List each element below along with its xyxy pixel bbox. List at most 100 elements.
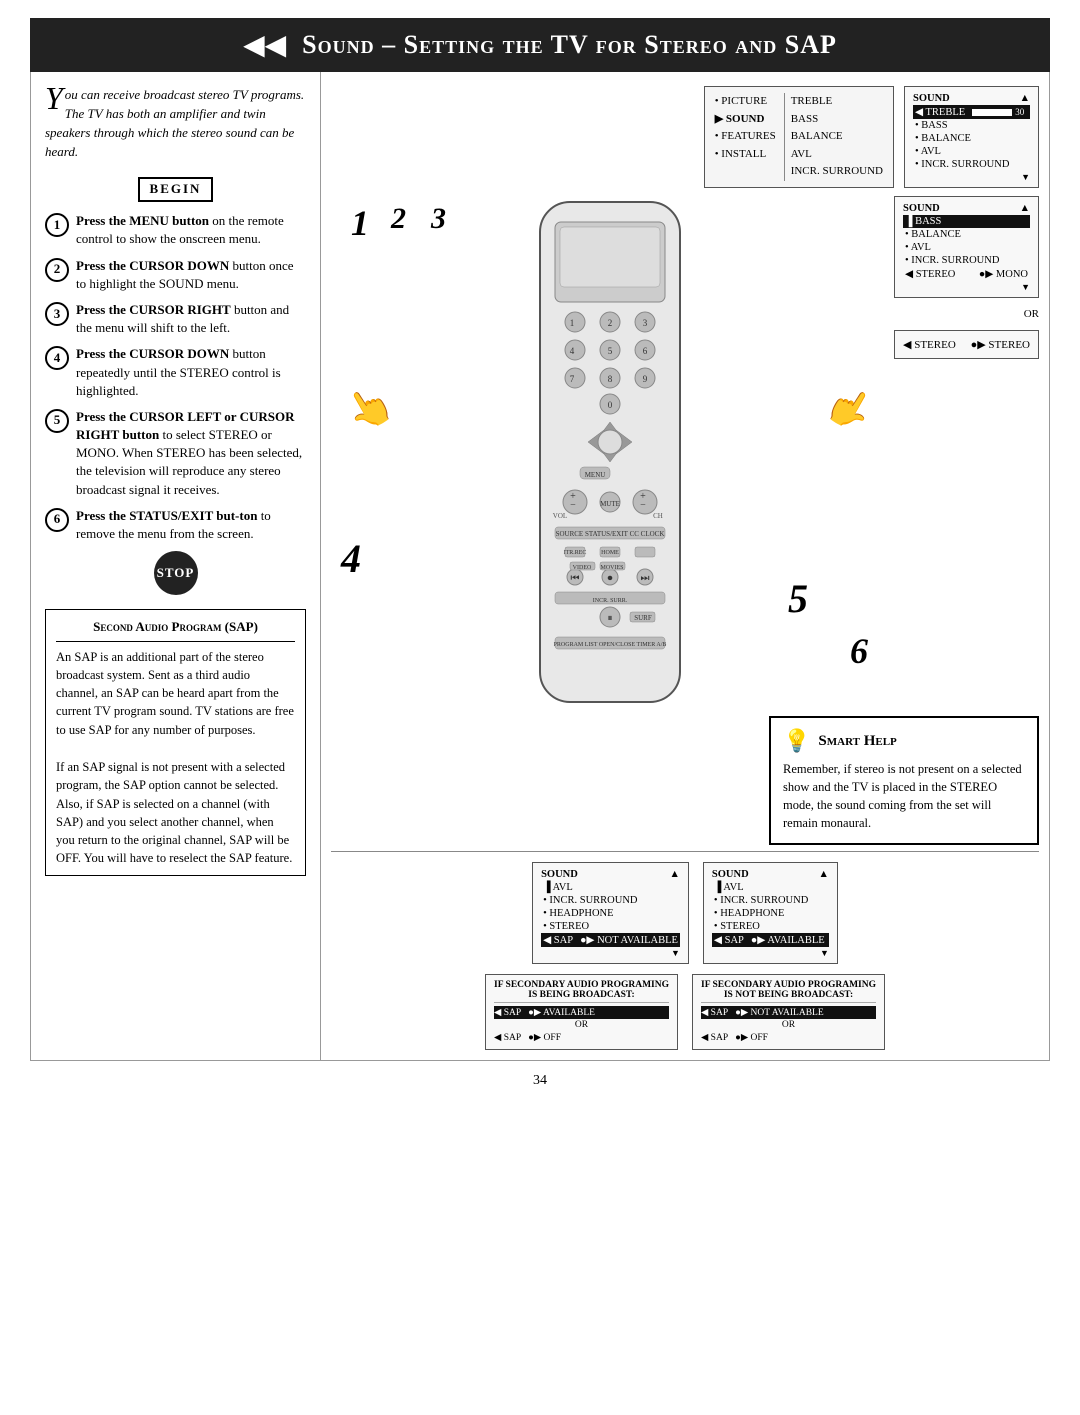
step-6-num: 6 [45, 508, 69, 532]
sap-na-avl: ▐ AVL [541, 881, 680, 894]
submenu-bass: BASS [791, 111, 883, 129]
step-4-text: Press the CURSOR DOWN button repeatedly … [76, 345, 306, 400]
bottom-label-left: IF SECONDARY AUDIO PROGRAMINGIS BEING BR… [485, 974, 678, 1050]
stop-badge: STOP [45, 551, 306, 595]
svg-text:3: 3 [642, 318, 647, 328]
sap-title: Second Audio Program (SAP) [56, 618, 295, 642]
svg-text:7: 7 [569, 374, 574, 384]
step-1-num: 1 [45, 213, 69, 237]
bottom-screens-area: SOUND ▲ ▐ AVL • INCR. SURROUND • HEADPHO… [331, 858, 1039, 968]
sap-na-nav: ▼ [541, 948, 680, 958]
sap-av-nav: ▼ [712, 948, 829, 958]
osd2-surround: • INCR. SURROUND [903, 254, 1030, 267]
bottom-right-row2: ◀ SAP●▶ OFF [701, 1031, 876, 1044]
main-menu-screen: • PICTURE ▶ SOUND • FEATURES • INSTALL T… [704, 86, 894, 188]
svg-text:2: 2 [607, 318, 612, 328]
step-4: 4 Press the CURSOR DOWN button repeatedl… [45, 345, 306, 400]
osd-screen-3: ◀ STEREO●▶ STEREO [894, 330, 1039, 359]
step-2-strong: Press the CURSOR DOWN [76, 258, 229, 273]
sap-av-surround: • INCR. SURROUND [712, 894, 829, 907]
svg-text:SOURCE STATUS/EXIT CC CLOCK: SOURCE STATUS/EXIT CC CLOCK [555, 530, 664, 538]
bottom-label-right: IF SECONDARY AUDIO PROGRAMINGIS NOT BEIN… [692, 974, 885, 1050]
sap-av-avl: ▐ AVL [712, 881, 829, 894]
bottom-left-or1: OR [494, 1019, 669, 1031]
svg-text:⏮: ⏮ [570, 573, 579, 584]
submenu-surround: INCR. SURROUND [791, 163, 883, 181]
bottom-right-title: IF SECONDARY AUDIO PROGRAMINGIS NOT BEIN… [701, 980, 876, 1003]
menu-row-features: • FEATURES [715, 128, 776, 146]
osd-screen-2: SOUND ▲ ▐ BASS • BALANCE • AVL • INCR. S… [894, 196, 1039, 298]
osd1-nav: ▼ [913, 172, 1030, 182]
step-label-4: 4 [341, 535, 361, 582]
sap-para-2: If an SAP signal is not present with a s… [56, 758, 295, 867]
svg-text:CH: CH [653, 512, 663, 520]
step-6: 6 Press the STATUS/EXIT but-ton to remov… [45, 507, 306, 543]
svg-text:4: 4 [569, 346, 574, 356]
sap-av-title: SOUND ▲ [712, 868, 829, 881]
step-5-strong: Press the CURSOR LEFT or CURSOR RIGHT bu… [76, 409, 295, 442]
step-5: 5 Press the CURSOR LEFT or CURSOR RIGHT … [45, 408, 306, 499]
step-3: 3 Press the CURSOR RIGHT button and the … [45, 301, 306, 337]
main-content: Y ou can receive broadcast stereo TV pro… [30, 72, 1050, 1061]
svg-text:⏺: ⏺ [607, 573, 612, 584]
svg-text:⏭: ⏭ [640, 573, 649, 584]
osd-screen-1: SOUND ▲ ◀ TREBLE 30 • BASS • BALANCE • A… [904, 86, 1039, 188]
smart-help-wrapper: 💡 Smart Help Remember, if stereo is not … [331, 716, 1039, 845]
step-2-text: Press the CURSOR DOWN button once to hig… [76, 257, 306, 293]
osd2-balance: • BALANCE [903, 228, 1030, 241]
smart-help-box: 💡 Smart Help Remember, if stereo is not … [769, 716, 1039, 845]
svg-text:1: 1 [569, 318, 574, 328]
rewind-icon: ◀◀ [243, 28, 286, 62]
osd2-title: SOUND ▲ [903, 202, 1030, 215]
svg-text:9: 9 [642, 374, 647, 384]
osd1-balance: • BALANCE [913, 132, 1030, 145]
osd2-stereo-mono: ◀ STEREO●▶ MONO [903, 267, 1030, 281]
svg-text:INCR. SURR.: INCR. SURR. [592, 598, 627, 604]
menu-row-install: • INSTALL [715, 146, 776, 164]
submenu-treble: TREBLE [791, 93, 883, 111]
svg-text:ITR.REC: ITR.REC [563, 550, 586, 556]
divider [331, 851, 1039, 852]
osd3-stereo-row: ◀ STEREO●▶ STEREO [903, 336, 1030, 353]
osd1-treble: ◀ TREBLE 30 [913, 105, 1030, 119]
step-2-num: 2 [45, 258, 69, 282]
intro-text: Y ou can receive broadcast stereo TV pro… [45, 86, 306, 161]
bottom-right-or1: OR [701, 1019, 876, 1031]
step-label-6: 6 [850, 630, 868, 672]
page-title: Sound – Setting the TV for Stereo and SA… [302, 30, 837, 60]
submenu-balance: BALANCE [791, 128, 883, 146]
svg-text:−: − [570, 500, 576, 511]
osd2-nav: ▼ [903, 282, 1030, 292]
step-4-strong: Press the CURSOR DOWN [76, 346, 229, 361]
intro-body: ou can receive broadcast stereo TV progr… [45, 87, 304, 159]
step-1-strong: Press the MENU button [76, 213, 209, 228]
sap-na-stereo: • STEREO [541, 920, 680, 933]
remote-area: 1 2 3 4 5 6 [331, 192, 888, 712]
smart-help-title: 💡 Smart Help [783, 728, 1025, 754]
stop-circle: STOP [154, 551, 198, 595]
svg-text:PROGRAM LIST OPEN/CLOSE TI: PROGRAM LIST OPEN/CLOSE TIMER A/B [553, 642, 666, 648]
bottom-left-row1: ◀ SAP●▶ AVAILABLE [494, 1006, 669, 1019]
bottom-label-boxes: IF SECONDARY AUDIO PROGRAMINGIS BEING BR… [331, 974, 1039, 1050]
sap-na-headphone: • HEADPHONE [541, 907, 680, 920]
osd1-title: SOUND ▲ [913, 92, 1030, 105]
osd1-bass: • BASS [913, 119, 1030, 132]
sap-para-1: An SAP is an additional part of the ster… [56, 648, 295, 739]
step-1: 1 Press the MENU button on the remote co… [45, 212, 306, 248]
or-label-1: OR [1024, 308, 1039, 320]
step-label-5: 5 [788, 575, 808, 622]
remote-control-svg: 1 2 3 4 5 6 7 8 9 0 [500, 192, 720, 712]
svg-text:MOVIES: MOVIES [600, 565, 623, 571]
step-6-text: Press the STATUS/EXIT but-ton to remove … [76, 507, 306, 543]
step-3-num: 3 [45, 302, 69, 326]
hand-right: 👆 [818, 378, 881, 440]
svg-text:0: 0 [607, 400, 612, 410]
sap-na-surround: • INCR. SURROUND [541, 894, 680, 907]
svg-text:VOL: VOL [552, 512, 566, 520]
svg-text:MENU: MENU [584, 471, 605, 479]
hand-left: 👆 [338, 378, 401, 440]
step-label-1: 1 [351, 202, 369, 244]
osd1-surround: • INCR. SURROUND [913, 158, 1030, 171]
menu-row-sound: ▶ SOUND [715, 111, 776, 129]
sap-av-sap: ◀ SAP●▶ AVAILABLE [712, 933, 829, 947]
